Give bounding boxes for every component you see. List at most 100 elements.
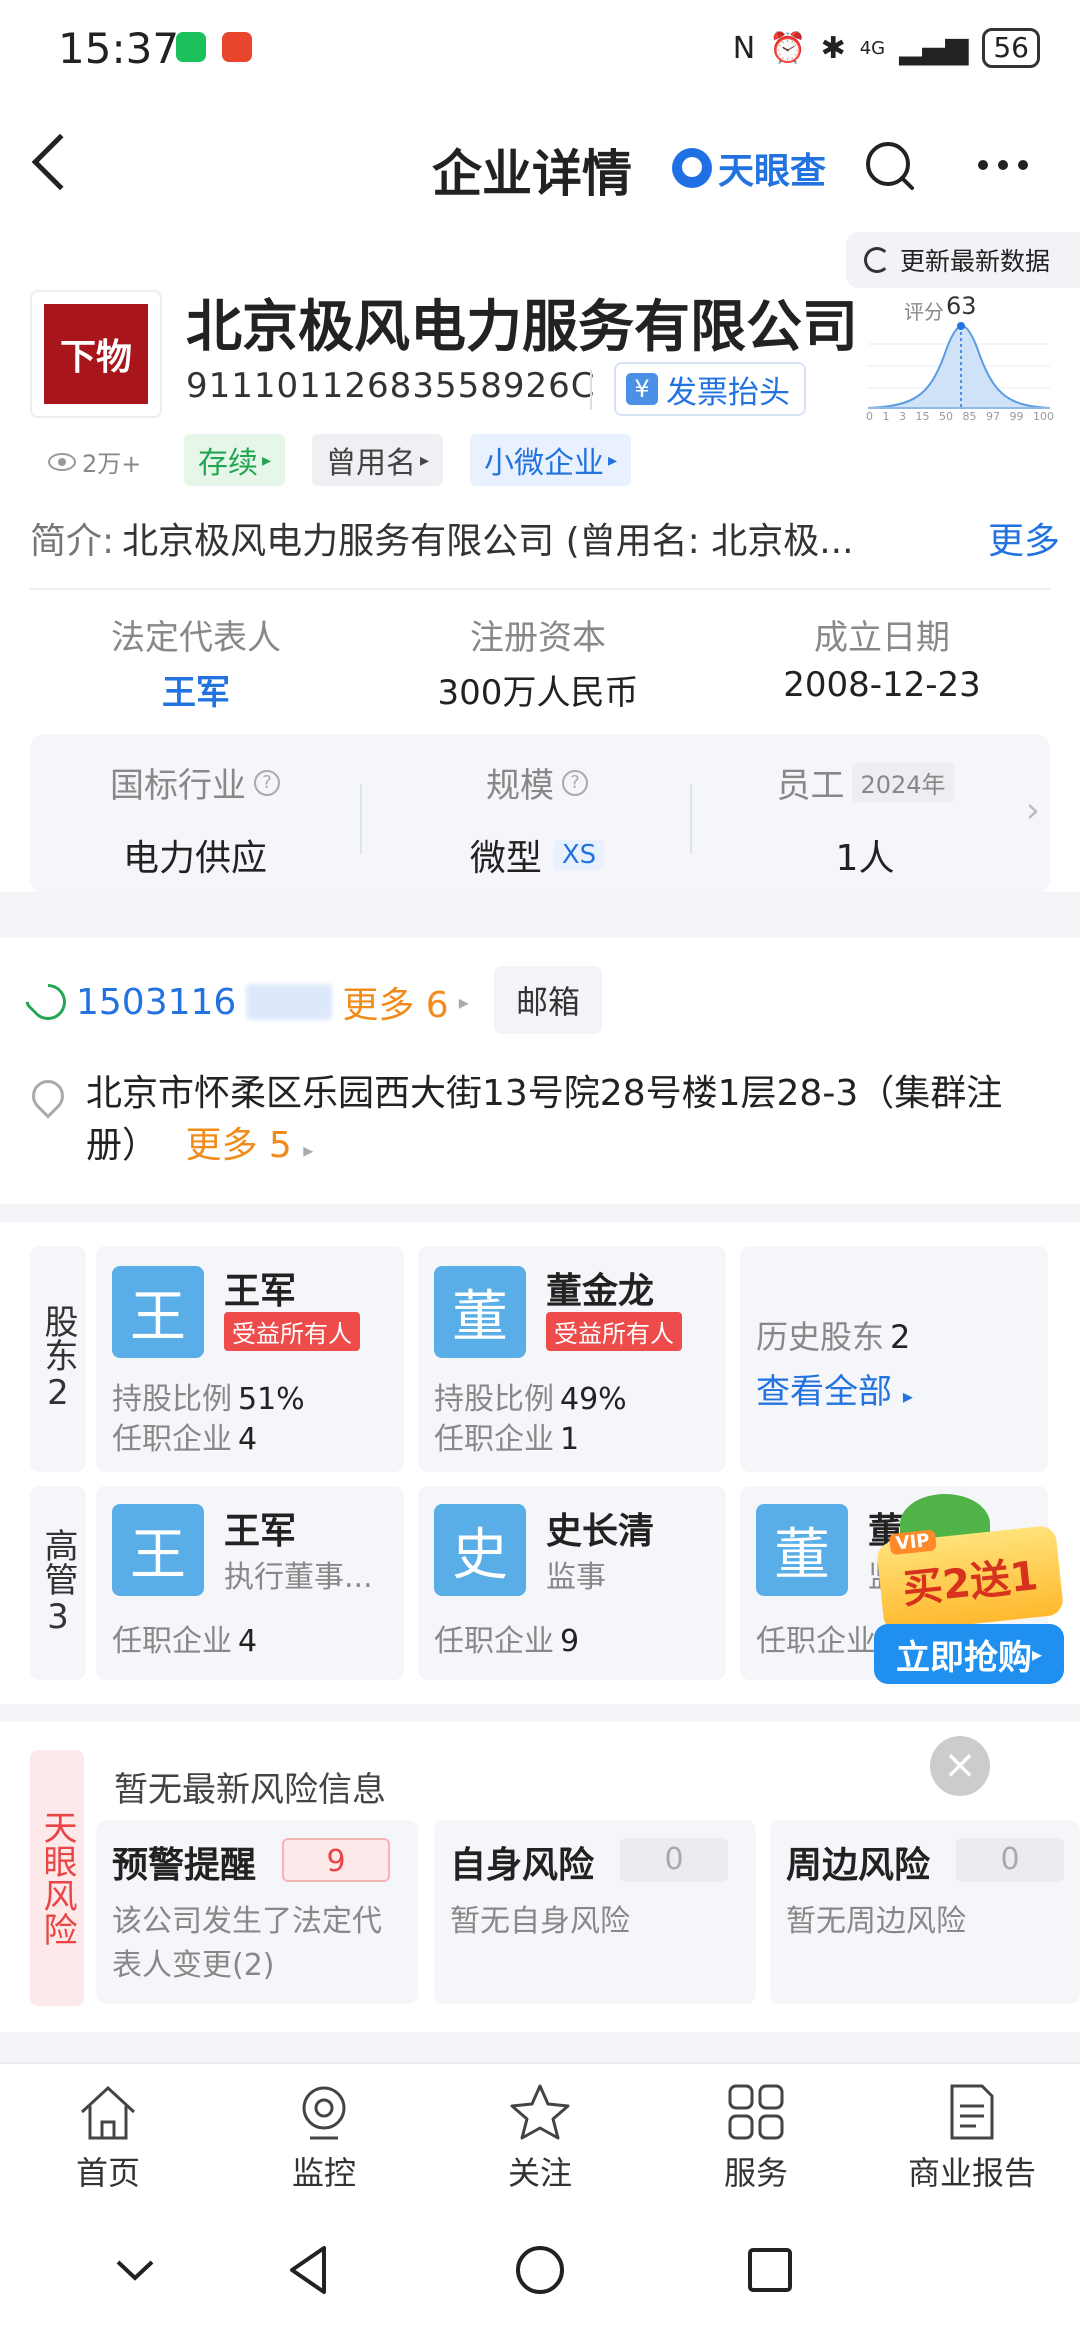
close-icon[interactable]: × [930, 1736, 990, 1796]
search-icon[interactable] [862, 138, 918, 194]
jobs-value: 4 [238, 1422, 258, 1457]
chevron-down-icon[interactable] [110, 2252, 160, 2288]
company-name: 北京极风电力服务有限公司 [186, 295, 858, 360]
nav-follow[interactable]: 关注 [460, 2082, 620, 2194]
founded-date-label: 成立日期 [814, 618, 950, 658]
status-tag[interactable]: 存续 ▸ [184, 434, 286, 486]
jobs-label: 任职企业 [434, 1624, 554, 1659]
executives-label[interactable]: 高管 3 [30, 1486, 86, 1680]
employee-item: 员工 2024年 1人 [720, 758, 1010, 881]
peripheral-risk-card[interactable]: 周边风险 0 暂无周边风险 [770, 1820, 1080, 2004]
history-label: 历史股东 [756, 1318, 885, 1356]
avatar: 王 [112, 1504, 204, 1596]
avatar: 史 [434, 1504, 526, 1596]
nav-service[interactable]: 服务 [676, 2082, 836, 2194]
scale-value: 微型 [469, 838, 542, 879]
former-name-tag[interactable]: 曾用名 ▸ [312, 434, 444, 486]
status-time: 15:37 [58, 24, 180, 73]
promo-card: VIP 买2送1 [875, 1524, 1065, 1634]
vip-promo-badge[interactable]: VIP 买2送1 立即抢购 ▸ [870, 1494, 1070, 1694]
system-nav-bar [0, 2202, 1080, 2340]
alarm-icon: ⏰ [769, 30, 807, 66]
avatar: 王 [112, 1266, 204, 1358]
invoice-label: 发票抬头 [666, 374, 790, 411]
risk-card-title: 自身风险 [450, 1845, 595, 1886]
recents-square-icon[interactable] [744, 2244, 796, 2296]
more-menu-icon[interactable] [978, 160, 1028, 170]
former-name-tag-label: 曾用名 [326, 446, 416, 481]
self-risk-card[interactable]: 自身风险 0 暂无自身风险 [434, 1820, 756, 2004]
intro-text: 北京极风电力服务有限公司 (曾用名: 北京极... [122, 521, 854, 562]
help-icon[interactable]: ? [562, 769, 588, 796]
chevron-right-icon: ▸ [608, 449, 618, 471]
shareholders-count: 2 [47, 1373, 69, 1413]
chevron-right-icon: ▸ [420, 449, 430, 471]
invoice-header-button[interactable]: ¥ 发票抬头 [614, 362, 806, 416]
jobs-value: 4 [238, 1624, 258, 1659]
jobs-value: 1 [560, 1422, 580, 1457]
history-shareholders-card[interactable]: 历史股东 2 查看全部 ▸ [740, 1246, 1048, 1472]
phone-number[interactable]: 1503116 [76, 982, 236, 1023]
home-circle-icon[interactable] [512, 2242, 568, 2298]
back-arrow-icon[interactable] [31, 133, 89, 191]
shareholders-label[interactable]: 股东 2 [30, 1246, 86, 1472]
buy-now-button[interactable]: 立即抢购 ▸ [874, 1624, 1064, 1684]
score-axis-tick: 1 [882, 410, 890, 423]
executive-card[interactable]: 史 史长清 监事 任职企业 9 [418, 1486, 726, 1680]
credit-code[interactable]: 91110112683558926C [186, 366, 595, 406]
risk-side-label: 天眼风险 [30, 1750, 84, 2006]
chevron-right-icon: ▸ [303, 1138, 314, 1162]
score-chart[interactable]: 评分 63 0 1 3 15 50 85 97 99 100 [864, 292, 1054, 426]
company-logo: 下物 [30, 290, 162, 418]
risk-desc: 暂无周边风险 [786, 1904, 966, 1939]
monitor-icon [302, 2086, 346, 2140]
shareholder-card[interactable]: 董 董金龙 受益所有人 持股比例 49% 任职企业 1 [418, 1246, 726, 1472]
legal-rep[interactable]: 法定代表人 王军 [46, 610, 346, 714]
person-name: 王军 [224, 1511, 297, 1552]
phone-more-link[interactable]: 更多 6 [342, 976, 448, 1028]
help-icon[interactable]: ? [254, 769, 280, 796]
brand-name: 天眼查 [718, 151, 827, 192]
intro-more-link[interactable]: 更多 [988, 512, 1060, 564]
person-name: 史长清 [546, 1511, 655, 1552]
nav-home-label: 首页 [75, 2154, 140, 2192]
refresh-data-button[interactable]: 更新最新数据 [846, 232, 1080, 288]
star-icon [510, 2084, 570, 2140]
risk-side-label-text: 天眼风险 [37, 1810, 77, 1946]
email-button[interactable]: 邮箱 [494, 966, 602, 1034]
divider [690, 784, 692, 854]
person-role: 执行董事... [224, 1560, 373, 1595]
registered-capital: 注册资本 300万人民币 [388, 610, 688, 714]
back-triangle-icon[interactable] [284, 2242, 334, 2298]
jobs-label: 任职企业 [756, 1624, 876, 1659]
nfc-icon: N [732, 30, 756, 66]
person-name: 董金龙 [546, 1271, 655, 1312]
size-tag[interactable]: 小微企业 ▸ [470, 434, 632, 486]
company-intro[interactable]: 简介: 北京极风电力服务有限公司 (曾用名: 北京极... 更多 [30, 512, 1060, 564]
phone-row[interactable]: 1503116 更多 6 ▸ [22, 976, 469, 1028]
view-all-link[interactable]: 查看全部 [756, 1372, 892, 1412]
executive-card[interactable]: 王 王军 执行董事... 任职企业 4 [96, 1486, 404, 1680]
promo-offer: 买2送1 [900, 1553, 1041, 1613]
industry-panel[interactable]: 国标行业? 电力供应 规模? 微型 XS 员工 2024年 1人 › [30, 734, 1050, 894]
registered-capital-label: 注册资本 [470, 618, 606, 658]
legal-rep-value[interactable]: 王军 [46, 665, 346, 714]
signal-icon: ▂▄▆ [899, 30, 969, 66]
person-role: 监事 [546, 1560, 606, 1595]
score-curve [867, 322, 1051, 409]
ratio-value: 49% [560, 1382, 627, 1417]
divider [30, 588, 1050, 590]
status-bar: 15:37 N ⏰ ✱ 4G ▂▄▆ 56 [0, 0, 1080, 100]
warning-risk-card[interactable]: 预警提醒 9 该公司发生了法定代表人变更(2) [96, 1820, 418, 2004]
nav-report[interactable]: 商业报告 [892, 2082, 1052, 2194]
address-row[interactable]: 北京市怀柔区乐园西大街13号院28号楼1层28-3（集群注册） 更多 5 ▸ [25, 1068, 1050, 1176]
shareholder-card[interactable]: 王 王军 受益所有人 持股比例 51% 任职企业 4 [96, 1246, 404, 1472]
score-axis-tick: 99 [1009, 410, 1024, 423]
jobs-label: 任职企业 [112, 1422, 232, 1457]
address-more-link[interactable]: 更多 5 [185, 1125, 291, 1166]
size-tag-label: 小微企业 [484, 446, 604, 481]
score-axis-tick: 50 [939, 410, 953, 423]
wechat-icon [176, 32, 206, 62]
nav-home[interactable]: 首页 [28, 2082, 188, 2194]
nav-monitor[interactable]: 监控 [244, 2082, 404, 2194]
